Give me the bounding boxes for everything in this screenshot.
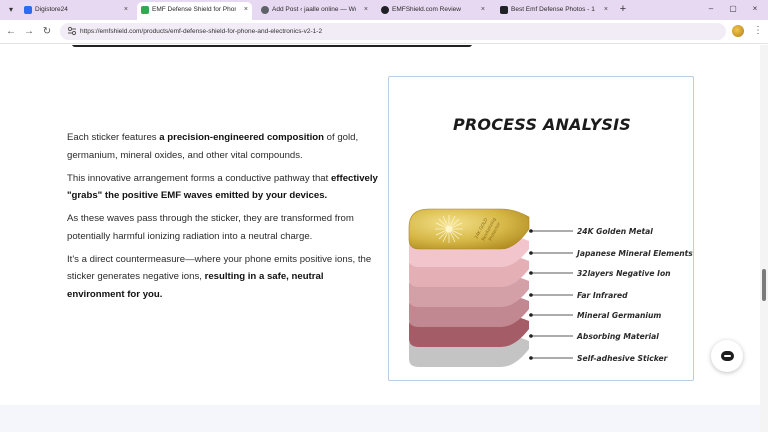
label-far-infrared: Far Infrared	[577, 291, 628, 300]
profile-icon[interactable]	[732, 25, 744, 37]
paragraph-pathway: This innovative arrangement forms a cond…	[67, 172, 378, 202]
browser-toolbar: ← → ↻ https://emfshield.com/products/emf…	[0, 20, 768, 44]
chat-icon	[721, 351, 734, 361]
site-info-icon[interactable]	[67, 26, 78, 37]
tab-add-post[interactable]: Add Post ‹ jaalle online — Wo… ×	[257, 2, 372, 20]
description-text: Each sticker features a precision-engine…	[67, 129, 379, 309]
paragraph-transform: As these waves pass through the sticker,…	[67, 213, 354, 242]
emfshield-favicon-icon	[141, 6, 149, 14]
paragraph-composition: Each sticker features a precision-engine…	[67, 132, 359, 161]
review-favicon-icon	[381, 6, 389, 14]
label-absorbing-material: Absorbing Material	[577, 332, 659, 341]
label-japanese-mineral: Japanese Mineral Elements	[577, 249, 693, 258]
url-text[interactable]: https://emfshield.com/products/emf-defen…	[80, 23, 322, 40]
tab-title: EMFShield.com Review	[392, 6, 461, 13]
menu-icon[interactable]: ⋮	[753, 25, 763, 39]
layer-golden-metal	[408, 208, 530, 250]
back-icon[interactable]: ←	[4, 25, 18, 39]
tab-title: Digistore24	[35, 6, 68, 13]
close-window-icon[interactable]: ×	[748, 2, 762, 16]
label-negative-ion: 32layers Negative Ion	[577, 269, 671, 278]
page-scrollbar[interactable]	[760, 45, 768, 432]
tab-search-icon[interactable]: ▾	[4, 3, 18, 17]
scrollbar-thumb[interactable]	[762, 269, 766, 301]
process-analysis-figure: PROCESS ANALYSIS 24K GOLD Revitalizing P…	[388, 76, 694, 381]
tab-strip: ▾ Digistore24 × EMF Defense Shield for P…	[0, 0, 768, 20]
image-favicon-icon	[500, 6, 508, 14]
close-tab-icon[interactable]: ×	[604, 2, 608, 18]
page-content: Each sticker features a precision-engine…	[0, 45, 760, 432]
reload-icon[interactable]: ↻	[40, 25, 54, 39]
tab-title: Best Emf Defense Photos - 100…	[511, 6, 595, 13]
tab-digistore24[interactable]: Digistore24 ×	[20, 2, 132, 20]
paragraph-countermeasure: It's a direct countermeasure—where your …	[67, 253, 372, 300]
tab-emf-defense-shield[interactable]: EMF Defense Shield for Phone ×	[137, 2, 252, 20]
close-tab-icon[interactable]: ×	[481, 2, 485, 18]
address-bar[interactable]: https://emfshield.com/products/emf-defen…	[60, 23, 726, 40]
label-mineral-germanium: Mineral Germanium	[577, 311, 662, 320]
close-tab-icon[interactable]: ×	[124, 2, 128, 18]
tab-title: Add Post ‹ jaalle online — Wo…	[272, 6, 356, 13]
label-self-adhesive: Self-adhesive Sticker	[577, 354, 668, 363]
label-24k-golden-metal: 24K Golden Metal	[577, 227, 653, 236]
forward-icon[interactable]: →	[22, 25, 36, 39]
image-edge	[72, 45, 472, 47]
restore-icon[interactable]: ▢	[726, 2, 740, 16]
tab-best-emf-photos[interactable]: Best Emf Defense Photos - 100… ×	[496, 2, 612, 20]
digistore24-favicon-icon	[24, 6, 32, 14]
tab-emfshield-review[interactable]: EMFShield.com Review ×	[377, 2, 489, 20]
new-tab-button[interactable]: +	[616, 2, 630, 16]
close-tab-icon[interactable]: ×	[364, 2, 368, 18]
close-tab-icon[interactable]: ×	[244, 2, 248, 18]
minimize-icon[interactable]: –	[704, 2, 718, 16]
next-section-band	[0, 405, 760, 432]
globe-favicon-icon	[261, 6, 269, 14]
tab-title: EMF Defense Shield for Phone	[152, 6, 236, 13]
chat-launcher-button[interactable]	[711, 340, 743, 372]
